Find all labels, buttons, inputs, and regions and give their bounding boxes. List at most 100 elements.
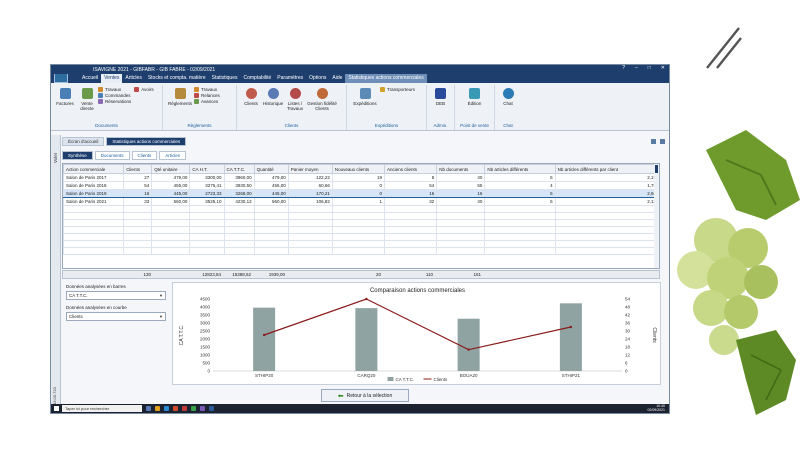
print-icon[interactable] [651, 139, 656, 144]
subtab-articles[interactable]: Articles [159, 151, 187, 160]
table-cell [253, 226, 289, 234]
table-cell: 2,12 [554, 197, 660, 206]
left-side-panel[interactable]: Volet [51, 135, 61, 413]
legend-swatch-bars [387, 377, 394, 381]
subtab-synthese[interactable]: Synthèse [62, 151, 93, 160]
table-cell [384, 212, 438, 220]
curve-data-label: Données analysées en courbe [66, 305, 127, 310]
taskbar-clock[interactable]: 10:40 02/09/2021 [647, 404, 665, 412]
menu-aide[interactable]: Aide [329, 74, 345, 83]
column-header[interactable]: Nb articles différents par client [554, 164, 660, 174]
table-row[interactable] [62, 212, 660, 220]
menu-options[interactable]: Options [306, 74, 329, 83]
y2-tick-label: 18 [625, 345, 631, 350]
app-icon[interactable] [209, 406, 214, 411]
table-row[interactable] [62, 247, 660, 255]
avoirs-button[interactable]: Avoirs [134, 87, 154, 92]
menu-stats-actions[interactable]: Statistiques actions commerciales [345, 74, 427, 83]
column-header[interactable]: CA T.T.C. [223, 164, 255, 174]
volet-label[interactable]: Volet [53, 153, 58, 163]
column-header[interactable]: Panier moyen [287, 164, 333, 174]
retour-selection-button[interactable]: ⬅ Retour à la sélection [321, 389, 409, 402]
menu-accueil[interactable]: Accueil [79, 74, 101, 83]
tab-stats-actions[interactable]: Statistiques actions commerciales [106, 137, 187, 146]
taskbar-search[interactable]: Taper ici pour rechercher [62, 405, 142, 412]
menu-ventes[interactable]: Ventes [101, 74, 123, 83]
app-icon[interactable] [200, 406, 205, 411]
table-cell: 3525,10 [189, 197, 225, 206]
column-header[interactable]: Nb articles différents [484, 164, 556, 174]
table-row[interactable] [62, 226, 660, 234]
table-scrollbar[interactable] [654, 164, 659, 268]
table-cell: 3930,50 [223, 181, 255, 190]
column-header[interactable]: Anciens clients [384, 164, 438, 174]
curve-data-select[interactable]: Clients ▼ [66, 312, 166, 321]
chart-bar [559, 303, 582, 371]
table-cell [436, 247, 486, 255]
table-cell [384, 226, 438, 234]
table-row[interactable]: Salon de Paris 2017 27 479,00 3300,00 3960,0… [62, 173, 660, 182]
menu-comptabilite[interactable]: Comptabilité [241, 74, 275, 83]
y2-tick-label: 0 [625, 369, 628, 374]
column-header[interactable]: CA H.T. [189, 164, 225, 174]
tab-accueil[interactable]: Écran d'accueil [62, 137, 105, 146]
table-cell: Salon de Paris 2018 [62, 181, 125, 190]
clients-line [263, 298, 572, 351]
table-cell [287, 247, 333, 255]
table-cell [253, 219, 289, 227]
reservations-button[interactable]: Réservations [98, 99, 131, 104]
menu-articles[interactable]: Articles [122, 74, 144, 83]
subtab-documents[interactable]: Documents [94, 151, 130, 160]
table-cell [189, 233, 225, 241]
table-cell [554, 233, 660, 241]
table-cell: 106,82 [287, 197, 333, 206]
commandes-button[interactable]: Commandes [98, 93, 131, 98]
column-header[interactable]: Clients [123, 164, 153, 174]
travaux-reg-button[interactable]: Travaux [194, 87, 220, 92]
transporteurs-button[interactable]: Transporteurs [380, 87, 415, 92]
edge-icon[interactable] [164, 406, 169, 411]
table-cell [287, 212, 333, 220]
menu-statistiques[interactable]: Statistiques [209, 74, 241, 83]
document-tabs: Écran d'accueil Statistiques actions com… [62, 137, 669, 146]
bars-data-select[interactable]: CA T.T.C. ▼ [66, 291, 166, 300]
table-row[interactable] [62, 233, 660, 241]
explorer-icon[interactable] [155, 406, 160, 411]
app-icon[interactable] [191, 406, 196, 411]
group-label-admin: Admin. [433, 123, 448, 128]
table-cell: 3300,00 [189, 173, 225, 182]
group-label-chat: Chat [503, 123, 513, 128]
app-icon[interactable] [173, 406, 178, 411]
export-icon[interactable] [660, 139, 665, 144]
column-header[interactable]: Nb documents [436, 164, 486, 174]
subtab-clients[interactable]: Clients [131, 151, 158, 160]
table-cell [62, 226, 125, 234]
table-row[interactable]: Salon de Paris 2019 16 445,00 2723,33 3268,0… [62, 189, 660, 198]
menu-stocks[interactable]: Stocks et compta. matière [145, 74, 209, 83]
group-label-clients: Clients [284, 123, 299, 128]
close-button[interactable]: ✕ [661, 65, 665, 71]
table-cell [151, 205, 191, 213]
table-cell [554, 226, 660, 234]
avances-button[interactable]: Avances [194, 99, 220, 104]
table-cell [436, 205, 486, 213]
minimize-button[interactable]: – [635, 65, 638, 71]
task-view-icon[interactable] [146, 406, 151, 411]
table-row[interactable] [62, 219, 660, 227]
help-button[interactable]: ? [622, 65, 625, 71]
menu-parametres[interactable]: Paramètres [274, 74, 306, 83]
column-header[interactable]: Quantité [253, 164, 289, 174]
travaux-doc-button[interactable]: Travaux [98, 87, 131, 92]
table-row[interactable] [62, 240, 660, 248]
column-header[interactable]: Nouveaux clients [331, 164, 386, 174]
relances-button[interactable]: Relances [194, 93, 220, 98]
column-header[interactable]: Action commerciale [62, 164, 125, 174]
windows-start-icon[interactable] [54, 406, 59, 411]
maximize-button[interactable]: □ [648, 65, 651, 71]
table-row[interactable]: Salon de Paris 2018 54 455,00 3275,41 3930,5… [62, 181, 660, 190]
table-cell [151, 240, 191, 248]
column-header[interactable]: Qté unitaire [151, 164, 191, 174]
table-row[interactable]: Salon de Paris 2021 33 560,00 3525,10 4230,1… [62, 197, 660, 206]
app-icon[interactable] [182, 406, 187, 411]
table-row[interactable] [62, 205, 660, 213]
